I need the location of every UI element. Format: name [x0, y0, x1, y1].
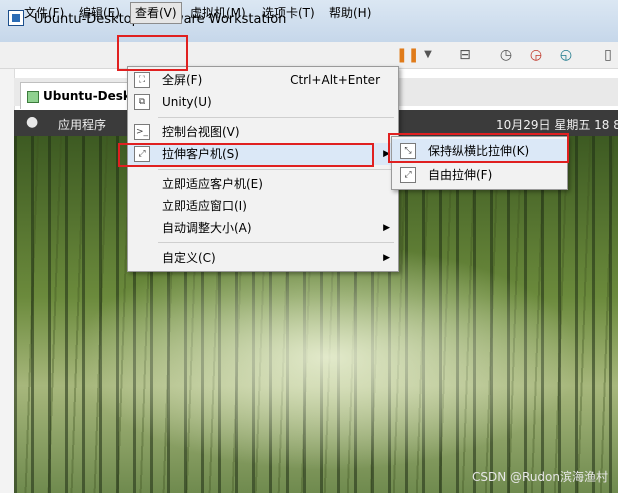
snapshot-icon[interactable]: ◷: [496, 45, 516, 65]
free-stretch-icon: ⤢: [400, 167, 416, 183]
submenu-item-label: 自由拉伸(F): [428, 168, 493, 182]
view-icon[interactable]: ▯: [598, 45, 618, 65]
apple-logo-icon[interactable]: ●: [26, 114, 42, 130]
menu-item-shortcut: Ctrl+Alt+Enter: [290, 73, 380, 87]
submenu-arrow-icon: ▶: [383, 253, 390, 263]
menu-item-fit-window-now[interactable]: 立即适应窗口(I): [128, 195, 398, 217]
fullscreen-icon: ⛶: [134, 72, 150, 88]
menu-item-label: Unity(U): [162, 95, 212, 109]
console-icon: >_: [134, 124, 150, 140]
guest-applications-menu[interactable]: 应用程序: [58, 116, 106, 133]
menu-item-fit-guest-now[interactable]: 立即适应客户机(E): [128, 173, 398, 195]
unity-icon: ⧉: [134, 94, 150, 110]
menu-item-unity[interactable]: ⧉ Unity(U): [128, 91, 398, 113]
menu-view[interactable]: 查看(V): [130, 2, 182, 24]
menu-item-autosize[interactable]: 自动调整大小(A) ▶: [128, 217, 398, 239]
menu-item-label: 立即适应客户机(E): [162, 177, 263, 191]
menu-help[interactable]: 帮助(H): [329, 3, 371, 23]
highlight-box-keep-aspect: [388, 133, 569, 163]
revert-snapshot-icon[interactable]: ◶: [526, 45, 546, 65]
menu-separator: [158, 169, 394, 170]
menu-item-console-view[interactable]: >_ 控制台视图(V): [128, 121, 398, 143]
highlight-box-stretch-guest: [118, 143, 374, 167]
menu-item-label: 控制台视图(V): [162, 125, 240, 139]
vmware-app-icon: [8, 10, 24, 26]
dropdown-icon[interactable]: ▼: [418, 45, 438, 65]
menu-item-label: 立即适应窗口(I): [162, 199, 247, 213]
left-panel-strip: [0, 68, 15, 493]
submenu-item-free-stretch[interactable]: ⤢ 自由拉伸(F): [392, 163, 567, 187]
menu-file[interactable]: 文件(F): [24, 3, 64, 23]
menu-item-label: 自动调整大小(A): [162, 221, 252, 235]
menu-edit[interactable]: 编辑(E): [79, 3, 120, 23]
network-icon[interactable]: ⊟: [455, 45, 475, 65]
menu-tabs[interactable]: 选项卡(T): [262, 3, 315, 23]
menu-item-fullscreen[interactable]: ⛶ 全屏(F) Ctrl+Alt+Enter: [128, 69, 398, 91]
watermark: CSDN @Rudon滨海渔村: [472, 470, 608, 484]
menu-item-label: 全屏(F): [162, 73, 203, 87]
submenu-arrow-icon: ▶: [383, 223, 390, 233]
snapshot-manager-icon[interactable]: ◵: [556, 45, 576, 65]
menu-item-label: 自定义(C): [162, 251, 216, 265]
menu-separator: [158, 242, 394, 243]
guest-clock[interactable]: 10月29日 星期五 18 8: [496, 116, 618, 133]
pause-icon[interactable]: ❚❚: [396, 45, 419, 65]
highlight-box-view-menu: [117, 35, 188, 71]
view-menu-dropdown: ⛶ 全屏(F) Ctrl+Alt+Enter ⧉ Unity(U) >_ 控制台…: [127, 66, 399, 272]
menu-item-customize[interactable]: 自定义(C) ▶: [128, 247, 398, 269]
menu-separator: [158, 117, 394, 118]
menu-vm[interactable]: 虚拟机(M): [190, 3, 246, 23]
